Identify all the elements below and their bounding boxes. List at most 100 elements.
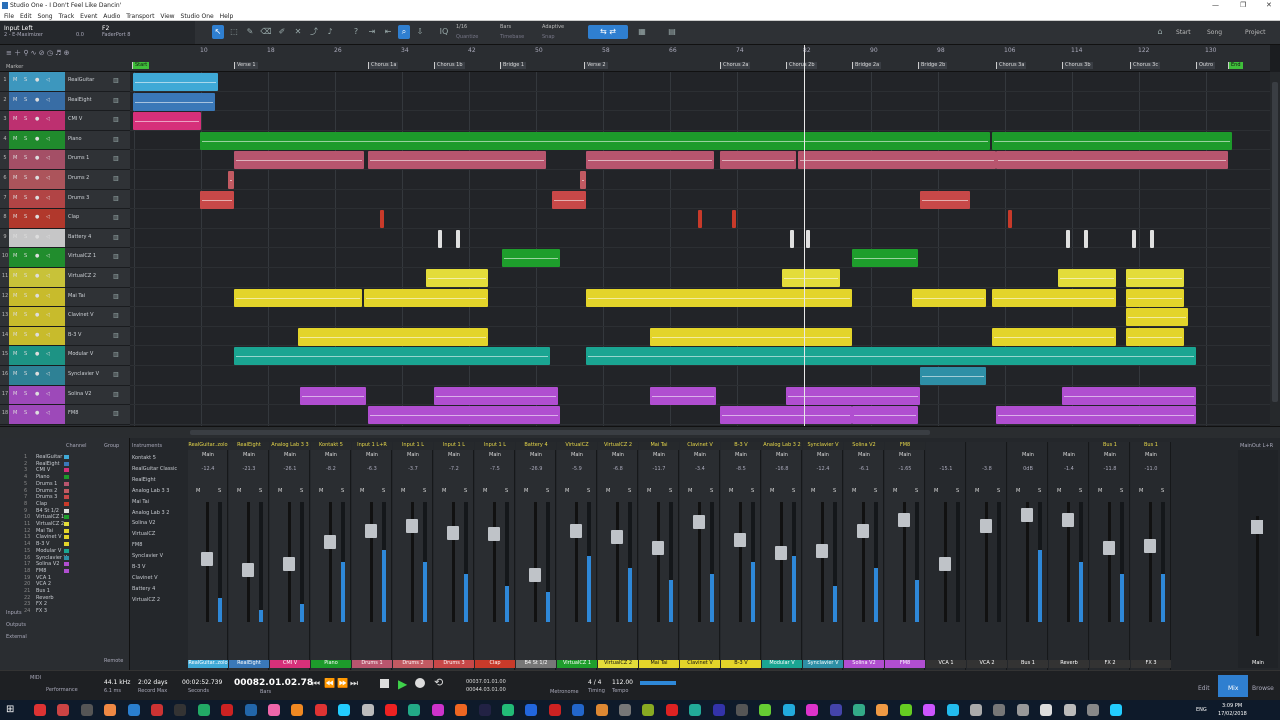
solo-button[interactable]: S bbox=[751, 488, 754, 494]
track-header[interactable]: 5 M S ● ◁ Drums 1 ▥ bbox=[0, 150, 130, 170]
clip[interactable] bbox=[580, 171, 586, 189]
monitor-button[interactable]: ◁ bbox=[46, 234, 50, 240]
volume-fader[interactable] bbox=[1144, 539, 1156, 554]
clip[interactable] bbox=[586, 288, 852, 307]
clip[interactable] bbox=[1126, 269, 1184, 287]
channel-list-item[interactable]: Drums 2 bbox=[36, 488, 57, 494]
channel-input-name[interactable]: Battery 4 bbox=[516, 442, 556, 450]
taskbar-app-icon[interactable] bbox=[57, 704, 70, 716]
instrument-list-item[interactable]: Analog Lab 3 3 bbox=[132, 488, 169, 494]
external-tab[interactable]: External bbox=[6, 634, 27, 640]
clip[interactable] bbox=[200, 190, 234, 209]
channel-input-name[interactable]: Analog Lab 3 3 bbox=[270, 442, 310, 450]
monitor-button[interactable]: ◁ bbox=[46, 332, 50, 338]
taskbar-app-icon[interactable] bbox=[431, 704, 444, 716]
record-arm-button[interactable]: ● bbox=[35, 273, 39, 279]
channel-output-route[interactable]: Main bbox=[844, 452, 884, 458]
track-name[interactable]: VirtualCZ 2 bbox=[68, 273, 96, 279]
solo-button[interactable]: S bbox=[1120, 488, 1123, 494]
solo-button[interactable]: S bbox=[669, 488, 672, 494]
record-arm-button[interactable]: ● bbox=[35, 312, 39, 318]
taskbar-app-icon[interactable] bbox=[548, 704, 561, 716]
track-header[interactable]: 17 M S ● ◁ Solina V2 ▥ bbox=[0, 385, 130, 406]
taskbar-app-icon[interactable] bbox=[595, 704, 608, 716]
clip[interactable] bbox=[133, 112, 201, 131]
solo-button[interactable]: S bbox=[423, 488, 426, 494]
channel-output-route[interactable]: Main bbox=[885, 452, 925, 458]
menu-track[interactable]: Track bbox=[59, 13, 75, 20]
channel-name-label[interactable]: Synclavier V bbox=[803, 660, 843, 668]
marker-bridge-2a[interactable]: Bridge 2a bbox=[852, 62, 882, 69]
menu-edit[interactable]: Edit bbox=[20, 13, 32, 20]
solo-button[interactable]: S bbox=[997, 488, 1000, 494]
instrument-list-item[interactable]: Solina V2 bbox=[132, 520, 155, 526]
track-name[interactable]: Drums 3 bbox=[68, 195, 89, 201]
channel-input-name[interactable]: Clavinet V bbox=[680, 442, 720, 450]
stop-icon[interactable] bbox=[380, 679, 389, 688]
clip[interactable] bbox=[1126, 288, 1184, 307]
solo-button[interactable]: S bbox=[24, 116, 27, 122]
channel-input-name[interactable]: Solina V2 bbox=[844, 442, 884, 450]
mute-button[interactable]: M bbox=[729, 488, 733, 494]
clip[interactable] bbox=[298, 327, 488, 346]
solo-button[interactable]: S bbox=[710, 488, 713, 494]
clip[interactable] bbox=[996, 151, 1228, 170]
volume-fader[interactable] bbox=[242, 562, 254, 577]
track-name[interactable]: Drums 2 bbox=[68, 175, 89, 181]
instrument-list-item[interactable]: Analog Lab 3 2 bbox=[132, 510, 169, 516]
taskbar-app-icon[interactable] bbox=[34, 704, 46, 716]
time-bars[interactable]: 00082.01.02.78 bbox=[234, 678, 313, 688]
marker-chorus-3a[interactable]: Chorus 3a bbox=[996, 62, 1027, 69]
solo-button[interactable]: S bbox=[24, 332, 27, 338]
start-page-icon[interactable]: ⌂ bbox=[1154, 25, 1166, 39]
channel-volume-readout[interactable]: -8.5 bbox=[721, 466, 761, 472]
language-indicator[interactable]: ENG bbox=[1196, 707, 1207, 713]
track-name[interactable]: Clap bbox=[68, 214, 79, 220]
mute-button[interactable]: M bbox=[278, 488, 282, 494]
channel-name-label[interactable]: Piano bbox=[311, 660, 351, 668]
clip[interactable] bbox=[368, 151, 546, 170]
clip[interactable] bbox=[806, 229, 810, 248]
monitor-button[interactable]: ◁ bbox=[46, 410, 50, 416]
channel-list-item[interactable]: Drums 1 bbox=[36, 481, 57, 487]
track-name[interactable]: VirtualCZ 1 bbox=[68, 253, 96, 259]
volume-fader[interactable] bbox=[816, 543, 828, 558]
mute-button[interactable]: M bbox=[1057, 488, 1061, 494]
mute-button[interactable]: M bbox=[13, 371, 17, 377]
instrument-list-item[interactable]: FM8 bbox=[132, 542, 142, 548]
mute-button[interactable]: M bbox=[442, 488, 446, 494]
solo-button[interactable]: S bbox=[24, 234, 27, 240]
menu-audio[interactable]: Audio bbox=[103, 13, 120, 20]
instrument-list-item[interactable]: Synclavier V bbox=[132, 553, 163, 559]
menu-studio-one[interactable]: Studio One bbox=[181, 13, 214, 20]
mute-button[interactable]: M bbox=[196, 488, 200, 494]
taskbar-app-icon[interactable] bbox=[244, 704, 257, 716]
track-name[interactable]: Solina V2 bbox=[68, 391, 91, 397]
volume-fader[interactable] bbox=[775, 546, 787, 560]
taskbar-app-icon[interactable] bbox=[174, 704, 187, 716]
channel-volume-readout[interactable]: -3.7 bbox=[393, 466, 433, 472]
track-name[interactable]: Battery 4 bbox=[68, 234, 91, 240]
channel-list-item[interactable]: FX 2 bbox=[36, 601, 47, 607]
vertical-scrollbar[interactable] bbox=[1270, 72, 1280, 426]
channel-list-item[interactable]: B-3 V bbox=[36, 541, 49, 547]
channel-list-item[interactable]: CMI V bbox=[36, 467, 50, 473]
play-icon[interactable]: ▶ bbox=[398, 677, 407, 691]
record-arm-button[interactable]: ● bbox=[35, 214, 39, 220]
mute-button[interactable]: M bbox=[401, 488, 405, 494]
channel-name-label[interactable]: Clavinet V bbox=[680, 660, 720, 668]
clip[interactable] bbox=[920, 190, 970, 209]
mute-button[interactable]: M bbox=[524, 488, 528, 494]
solo-button[interactable]: S bbox=[874, 488, 877, 494]
edit-view-button[interactable]: Edit bbox=[1198, 685, 1210, 692]
taskbar-app-icon[interactable] bbox=[314, 704, 327, 716]
channel-list-item[interactable]: VCA 1 bbox=[36, 575, 51, 581]
mute-tool-icon[interactable]: ✕ bbox=[292, 25, 304, 39]
solo-button[interactable]: S bbox=[24, 273, 27, 279]
track-header[interactable]: 12 M S ● ◁ Mai Tai ▥ bbox=[0, 287, 130, 308]
volume-fader[interactable] bbox=[734, 532, 746, 547]
monitor-button[interactable]: ◁ bbox=[46, 195, 50, 201]
solo-button[interactable]: S bbox=[24, 155, 27, 161]
record-arm-button[interactable]: ● bbox=[35, 77, 39, 83]
channel-list-item[interactable]: Mai Tai bbox=[36, 528, 53, 534]
